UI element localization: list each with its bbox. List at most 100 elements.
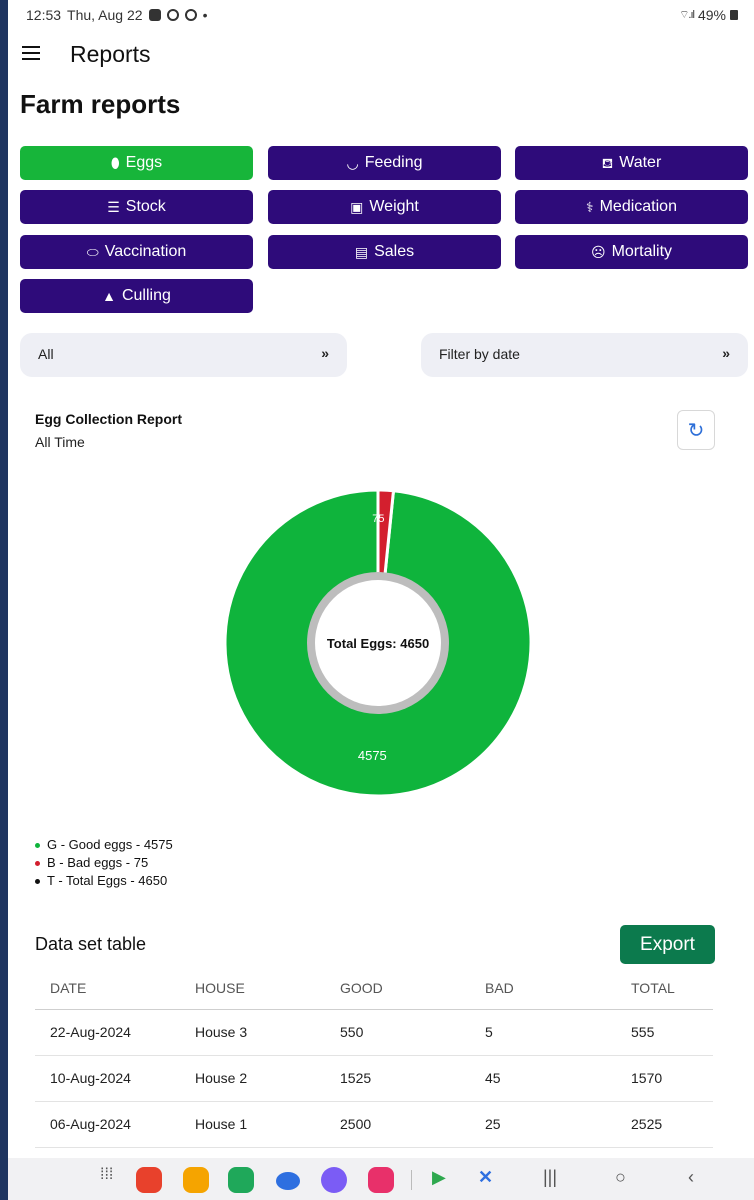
button-label: Feeding [364,154,423,171]
capsule-icon: ⬭ [86,244,99,260]
warning-icon: ▲ [102,288,116,304]
double-chevron-down-icon: » [321,345,329,361]
button-label: Water [619,154,662,171]
egg-donut-chart: Total Eggs: 4650 4575 75 [223,488,533,798]
column-header-good: GOOD [340,980,383,996]
messages-app-icon[interactable] [276,1172,300,1190]
app-screen: 12:53 Thu, Aug 22 • ⌔.ıl 49% Reports Far… [8,0,754,1200]
egg-icon: ⬮ [110,155,120,171]
gallery-notification-icon [148,9,161,21]
cell-house: House 2 [195,1070,248,1086]
status-time: 12:53 [26,7,62,23]
cell-total: 555 [631,1024,655,1040]
watering-can-icon: ⛾ [601,155,614,171]
column-header-date: DATE [50,980,87,996]
cell-date: 22-Aug-2024 [50,1024,131,1040]
back-icon[interactable]: ‹ [688,1167,694,1188]
button-label: Eggs [125,154,163,171]
button-label: Weight [369,198,419,215]
hamburger-menu-icon[interactable] [22,44,40,60]
cell-bad: 25 [485,1116,501,1132]
weight-report-button[interactable]: ▣ Weight [268,190,501,224]
legend-item: T - Total Eggs - 4650 [35,872,173,890]
cell-good: 1525 [340,1070,372,1086]
refresh-icon: ↻ [687,419,705,442]
recent-app-icon[interactable]: ✕ [478,1167,493,1188]
button-label: Medication [599,198,677,215]
more-notifications-icon: • [202,7,208,23]
pills-icon: ⚕ [586,199,594,215]
data-label-bad: 75 [372,513,384,525]
column-header-house: HOUSE [195,980,245,996]
button-label: Vaccination [104,243,187,260]
legend-item: G - Good eggs - 4575 [35,836,173,854]
bowl-icon: ◡ [346,155,359,171]
table-title: Data set table [35,934,147,954]
double-chevron-down-icon: » [722,345,730,361]
cell-date: 10-Aug-2024 [50,1070,131,1086]
legend-text: T - Total Eggs - 4650 [47,873,168,888]
system-navigation-bar: ⁞⁞⁞ ▶ ✕ ||| ○ ‹ [8,1158,754,1200]
eggs-report-button[interactable]: ⬮ Eggs [20,146,253,180]
app-bar: Reports [8,34,754,74]
date-filter-value: Filter by date [439,346,520,362]
status-bar: 12:53 Thu, Aug 22 • ⌔.ıl 49% [8,0,754,32]
cell-bad: 45 [485,1070,501,1086]
cell-total: 1570 [631,1070,663,1086]
scale-icon: ▣ [350,199,364,215]
wifi-signal-icon: ⌔.ıl [679,9,695,21]
battery-level: 49% [697,7,726,23]
refresh-button[interactable]: ↻ [677,410,715,450]
cash-icon: ▤ [354,244,369,260]
legend-dot [35,878,40,884]
status-date: Thu, Aug 22 [67,7,143,23]
report-period: All Time [35,434,85,450]
sad-face-icon: ☹ [590,244,606,260]
cell-house: House 1 [195,1116,248,1132]
legend-dot [35,860,40,866]
house-filter-dropdown[interactable]: All » [20,333,347,377]
date-filter-dropdown[interactable]: Filter by date » [421,333,748,377]
button-label: Mortality [611,243,673,260]
feeding-report-button[interactable]: ◡ Feeding [268,146,501,180]
app-drawer-icon[interactable]: ⁞⁞⁞ [100,1166,113,1184]
cell-total: 2525 [631,1116,663,1132]
table-row: 10-Aug-2024 House 2 1525 45 1570 [35,1056,713,1102]
legend-item: B - Bad eggs - 75 [35,854,173,872]
folder-app-icon[interactable] [183,1167,209,1193]
recents-icon[interactable]: ||| [543,1167,557,1188]
house-filter-value: All [38,346,54,362]
culling-report-button[interactable]: ▲ Culling [20,279,253,313]
data-label-good: 4575 [358,748,387,763]
cell-date: 06-Aug-2024 [50,1116,131,1132]
phone-app-icon[interactable] [228,1167,254,1193]
app-shortcut-icon[interactable] [136,1167,162,1193]
table-header: DATE HOUSE GOOD BAD TOTAL [35,965,713,1010]
vaccination-report-button[interactable]: ⬭ Vaccination [20,235,253,269]
button-label: Culling [121,287,171,304]
table-row: 06-Aug-2024 House 1 2500 25 2525 [35,1102,713,1148]
legend-text: G - Good eggs - 4575 [47,837,173,852]
play-store-icon[interactable]: ▶ [432,1167,446,1188]
column-header-total: TOTAL [631,980,675,996]
sales-report-button[interactable]: ▤ Sales [268,235,501,269]
water-report-button[interactable]: ⛾ Water [515,146,748,180]
medication-report-button[interactable]: ⚕ Medication [515,190,748,224]
page-title: Farm reports [20,89,181,119]
report-title: Egg Collection Report [35,411,182,427]
legend-dot [35,842,40,848]
cell-good: 2500 [340,1116,372,1132]
battery-icon [730,10,738,20]
chart-legend: G - Good eggs - 4575 B - Bad eggs - 75 T… [35,836,173,890]
legend-text: B - Bad eggs - 75 [47,855,149,870]
mortality-report-button[interactable]: ☹ Mortality [515,235,748,269]
browser-app-icon[interactable] [321,1167,347,1193]
home-icon[interactable]: ○ [615,1167,626,1188]
app-notification-icon [184,9,197,21]
data-table: DATE HOUSE GOOD BAD TOTAL 22-Aug-2024 Ho… [35,965,713,1148]
cell-house: House 3 [195,1024,248,1040]
stock-report-button[interactable]: ☰ Stock [20,190,253,224]
export-button[interactable]: Export [620,925,715,964]
database-icon: ☰ [107,199,120,215]
camera-app-icon[interactable] [368,1167,394,1193]
